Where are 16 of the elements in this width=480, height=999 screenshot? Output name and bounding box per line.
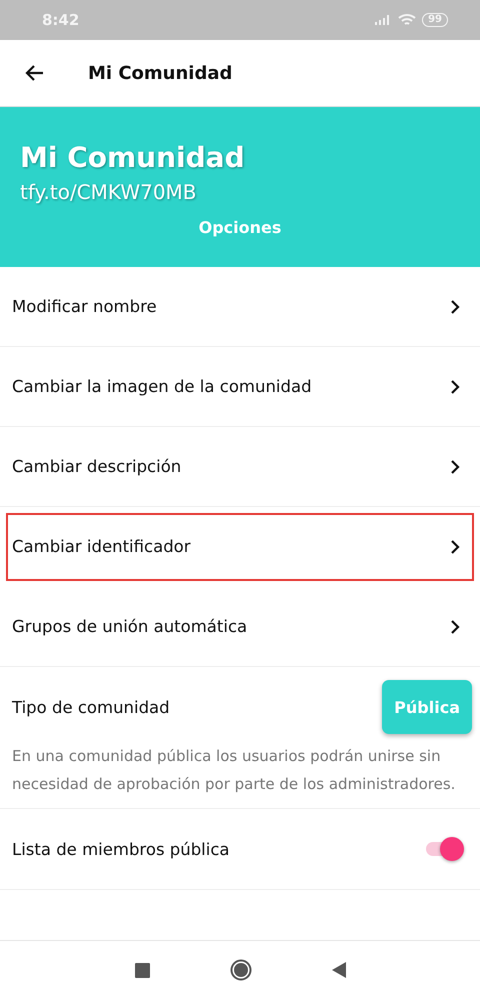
chevron-icon bbox=[448, 540, 462, 554]
wifi-icon bbox=[398, 13, 416, 27]
community-name: Mi Comunidad bbox=[20, 141, 246, 174]
app-bar-title: Mi Comunidad bbox=[88, 62, 232, 84]
back-icon[interactable] bbox=[332, 962, 346, 978]
chevron-icon bbox=[448, 380, 462, 394]
home-icon[interactable] bbox=[230, 959, 252, 981]
setting-label: Lista de miembros pública bbox=[12, 840, 230, 858]
setting-description: En una comunidad pública los usuarios podrán unirse sin necesidad de aprobación por parte de los administradores. bbox=[12, 746, 456, 795]
toggle-switch[interactable] bbox=[426, 837, 464, 861]
chevron-icon bbox=[448, 300, 462, 314]
section-title: Opciones bbox=[198, 218, 282, 237]
recents-icon[interactable] bbox=[134, 962, 150, 978]
chevron-icon bbox=[448, 460, 462, 474]
chevron-icon bbox=[448, 620, 462, 634]
setting-label: Tipo de comunidad bbox=[12, 698, 170, 716]
